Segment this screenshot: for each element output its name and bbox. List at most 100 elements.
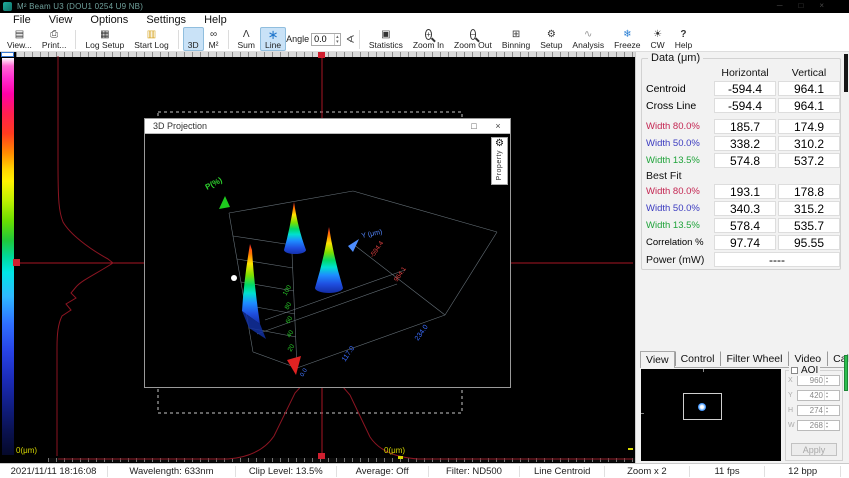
aoi-y-input[interactable] <box>798 391 824 400</box>
scrollbar-green-thumb[interactable] <box>844 355 848 391</box>
yellow-tick <box>398 456 403 459</box>
tab-filter-wheel[interactable]: Filter Wheel <box>720 351 788 366</box>
data-cell: 310.2 <box>778 136 840 151</box>
gear-icon: ⚙ <box>547 29 556 41</box>
start-log-button[interactable]: ▥ Start Log <box>129 27 174 51</box>
projection-close-button[interactable]: × <box>486 121 510 131</box>
row-label: Correlation % <box>646 237 712 248</box>
angle-input[interactable] <box>312 34 334 45</box>
menubar: File View Options Settings Help <box>0 13 849 27</box>
status-average: Average: Off <box>337 466 429 477</box>
svg-text:-594.4: -594.4 <box>369 240 386 259</box>
x-axis-arrow <box>287 356 301 375</box>
aoi-checkbox[interactable] <box>791 367 798 374</box>
angle-spinner[interactable]: ▴▾ <box>334 34 340 45</box>
data-cell: 95.55 <box>778 235 840 250</box>
aoi-x-label: X <box>788 377 795 384</box>
data-panel: Data (μm) Horizontal Vertical Centroid -… <box>641 58 841 270</box>
minimize-button[interactable]: ─ <box>777 1 783 10</box>
menu-settings[interactable]: Settings <box>137 14 195 26</box>
angle-control: Angle ▴▾ ∢ <box>286 33 355 46</box>
tab-control[interactable]: Control <box>675 351 721 366</box>
aoi-h-spinner[interactable]: ▴▾ <box>824 406 829 415</box>
menu-options[interactable]: Options <box>81 14 137 26</box>
maximize-button[interactable]: □ <box>798 1 803 10</box>
projection-titlebar[interactable]: 3D Projection □ × <box>145 119 510 134</box>
data-cell: 535.7 <box>778 218 840 233</box>
statistics-button[interactable]: ▣ Statistics <box>364 27 408 51</box>
svg-text:40: 40 <box>286 329 296 339</box>
tab-video[interactable]: Video <box>788 351 827 366</box>
binning-button[interactable]: ⊞ Binning <box>497 27 535 51</box>
print-button[interactable]: ⎙ Print... <box>37 27 72 51</box>
projection-window: 3D Projection □ × ⚙ Property <box>144 118 511 388</box>
question-icon: ? <box>680 29 686 41</box>
svg-text:20: 20 <box>287 343 297 353</box>
3d-button[interactable]: 3D <box>183 27 204 51</box>
projection-maximize-button[interactable]: □ <box>462 121 486 131</box>
crosshair-marker-bottom[interactable] <box>318 453 325 459</box>
m2-button[interactable]: ∞ M² <box>204 27 224 51</box>
help-button[interactable]: ? Help <box>670 27 697 51</box>
menu-view[interactable]: View <box>40 14 82 26</box>
view-button[interactable]: ▤ View... <box>2 27 37 51</box>
toolbar: ▤ View... ⎙ Print... ▦ Log Setup ▥ Start… <box>0 27 849 52</box>
status-zoom: Zoom x 2 <box>605 466 690 477</box>
status-wavelength: Wavelength: 633nm <box>108 466 236 477</box>
best-fit-label: Best Fit <box>646 170 712 182</box>
data-cell: 338.2 <box>714 136 776 151</box>
beam-waist-icon: ∞ <box>210 29 217 41</box>
aoi-x-input[interactable] <box>798 376 824 385</box>
menu-file[interactable]: File <box>4 14 40 26</box>
aoi-h-input[interactable] <box>798 406 824 415</box>
log-setup-icon: ▦ <box>100 29 109 41</box>
data-cell: 340.3 <box>714 201 776 216</box>
analysis-button[interactable]: ∿ Analysis <box>567 27 609 51</box>
log-setup-button[interactable]: ▦ Log Setup <box>80 27 129 51</box>
preview-beam-dot <box>698 403 706 411</box>
snowflake-icon: ❄ <box>623 29 631 41</box>
preview-icon: ▤ <box>15 29 24 41</box>
data-cell: 193.1 <box>714 184 776 199</box>
zoom-in-button[interactable]: + Zoom In <box>408 27 449 51</box>
menu-help[interactable]: Help <box>195 14 236 26</box>
setup-button[interactable]: ⚙ Setup <box>535 27 567 51</box>
row-label: Width 80.0% <box>646 186 712 197</box>
power-label: Power (mW) <box>646 254 712 266</box>
wall-slice-profile <box>242 244 260 324</box>
aoi-w-spinner[interactable]: ▴▾ <box>824 421 829 430</box>
line-button[interactable]: ∗ Line <box>260 27 286 51</box>
row-label: Width 13.5% <box>646 220 712 231</box>
aoi-h-label: H <box>788 407 795 414</box>
svg-text:234.0: 234.0 <box>414 324 430 342</box>
freeze-button[interactable]: ❄ Freeze <box>609 27 645 51</box>
left-axis-origin-label: 0(μm) <box>16 446 37 455</box>
row-label: Width 80.0% <box>646 121 712 132</box>
data-cell: 578.4 <box>714 218 776 233</box>
magnifier-plus-icon: + <box>425 29 432 41</box>
beam-cone-front <box>315 227 343 293</box>
aoi-x-spinner[interactable]: ▴▾ <box>824 376 829 385</box>
property-tab[interactable]: ⚙ Property <box>491 137 508 185</box>
rotation-handle[interactable] <box>231 275 237 281</box>
tab-view[interactable]: View <box>640 351 675 368</box>
z-axis-label: P(%) <box>204 175 224 191</box>
svg-text:60: 60 <box>285 315 295 325</box>
crosshair-marker-top[interactable] <box>318 52 325 58</box>
apply-button[interactable]: Apply <box>791 443 837 456</box>
aoi-title: AOI <box>801 365 818 376</box>
scrollbar-track[interactable] <box>844 54 848 92</box>
power-value: ---- <box>714 252 840 267</box>
bottom-axis-origin-label: 0(μm) <box>384 446 405 455</box>
zoom-out-button[interactable]: − Zoom Out <box>449 27 497 51</box>
crosshair-marker-left[interactable] <box>13 259 20 266</box>
green-tick-labels: 100 80 60 40 20 0 <box>282 284 297 366</box>
binning-grid-icon: ⊞ <box>512 29 520 41</box>
aoi-y-spinner[interactable]: ▴▾ <box>824 391 829 400</box>
y-axis-label: Y (μm) <box>361 229 383 240</box>
sum-button[interactable]: Λ Sum <box>233 27 260 51</box>
close-button[interactable]: × <box>819 1 824 10</box>
status-filter: Filter: ND500 <box>429 466 521 477</box>
aoi-w-input[interactable] <box>798 421 824 430</box>
cw-button[interactable]: ☀ CW <box>646 27 670 51</box>
